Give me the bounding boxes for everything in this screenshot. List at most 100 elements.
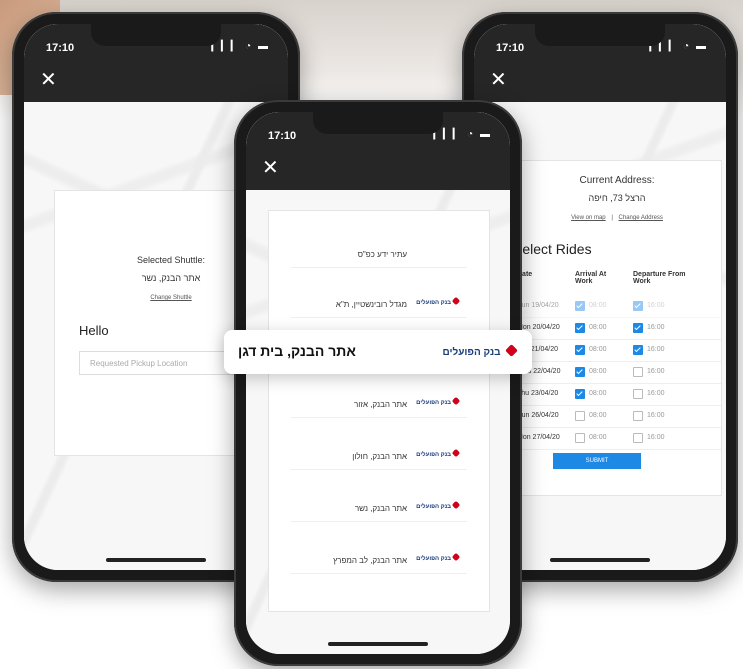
ride-date: Thu 23/04/20: [517, 390, 559, 397]
home-indicator: [106, 558, 206, 562]
clock: 17:10: [46, 42, 75, 54]
shuttle-list-item-label: אתר הבנק, נשר: [354, 504, 407, 513]
current-address: הרצל 73, חיפה: [588, 193, 646, 203]
bank-logo-text: בנק הפועלים: [442, 347, 501, 358]
departure-time: 16:00: [647, 346, 665, 353]
bank-logo-text: בנק הפועלים: [416, 556, 451, 562]
highlighted-shuttle-item[interactable]: אתר הבנק, בית דגן בנק הפועלים: [224, 330, 532, 374]
bank-logo-text: בנק הפועלים: [416, 504, 451, 510]
phone-center-screen: 17:10 ▎▎▎ ◔ ▬ ✕ עתיר ידע כפ"ס מגדל רובינש…: [246, 112, 510, 654]
shuttle-list-item[interactable]: אתר הבנק, לב המפרץ בנק הפועלים: [291, 547, 467, 574]
notch: [535, 24, 665, 46]
home-indicator: [328, 642, 428, 646]
arrival-time: 08:00: [589, 368, 607, 375]
shuttle-list-card: עתיר ידע כפ"ס מגדל רובינשטיין, ת"א בנק הפו…: [268, 210, 490, 612]
departure-checkbox[interactable]: [633, 301, 643, 311]
submit-button[interactable]: SUBMIT: [553, 453, 641, 469]
shuttle-list-item-label: מגדל רובינשטיין, ת"א: [335, 300, 407, 309]
clock: 17:10: [268, 130, 297, 142]
ride-row: Wed 22/04/20 08:00 16:00: [513, 361, 721, 384]
bank-logo-icon: [451, 296, 461, 306]
arrival-checkbox[interactable]: [575, 433, 585, 443]
shuttle-list-item-label: אתר הבנק, אזור: [354, 400, 407, 409]
arrival-checkbox[interactable]: [575, 367, 585, 377]
bank-logo: בנק הפועלים: [442, 342, 518, 360]
departure-checkbox[interactable]: [633, 345, 643, 355]
arrival-checkbox[interactable]: [575, 301, 585, 311]
bank-logo-icon: [451, 552, 461, 562]
notch: [313, 112, 443, 134]
close-icon[interactable]: ✕: [490, 70, 507, 90]
greeting: Hello: [79, 323, 109, 338]
arrival-time: 08:00: [589, 324, 607, 331]
home-indicator: [550, 558, 650, 562]
departure-time: 16:00: [647, 302, 665, 309]
ride-date: Sun 26/04/20: [517, 412, 559, 419]
section-title: Select Rides: [513, 241, 592, 257]
phone-center: 17:10 ▎▎▎ ◔ ▬ ✕ עתיר ידע כפ"ס מגדל רובינש…: [234, 100, 522, 666]
bank-logo: בנק הפועלים: [416, 396, 461, 406]
ride-date: Sun 19/04/20: [517, 302, 559, 309]
arrival-checkbox[interactable]: [575, 389, 585, 399]
bank-logo: בנק הפועלים: [416, 296, 461, 306]
arrival-time: 08:00: [589, 346, 607, 353]
bank-logo-text: בנק הפועלים: [416, 400, 451, 406]
arrival-checkbox[interactable]: [575, 411, 585, 421]
departure-checkbox[interactable]: [633, 367, 643, 377]
clock: 17:10: [496, 42, 525, 54]
departure-checkbox[interactable]: [633, 433, 643, 443]
shuttle-list-item[interactable]: עתיר ידע כפ"ס: [291, 241, 467, 268]
arrival-time: 08:00: [589, 302, 607, 309]
ride-row: Sun 19/04/20 08:00 16:00: [513, 295, 721, 318]
rides-card: Current Address: הרצל 73, חיפה View on m…: [512, 160, 722, 496]
highlighted-shuttle-label: אתר הבנק, בית דגן: [238, 343, 356, 359]
shuttle-list-item[interactable]: אתר הבנק, נשר בנק הפועלים: [291, 495, 467, 522]
bank-logo-icon: [451, 500, 461, 510]
bank-logo: בנק הפועלים: [416, 552, 461, 562]
shuttle-list-item-label: עתיר ידע כפ"ס: [357, 250, 407, 259]
col-arrival-header: Arrival At Work: [575, 271, 607, 285]
arrival-time: 08:00: [589, 434, 607, 441]
link-separator: |: [611, 215, 613, 221]
arrival-checkbox[interactable]: [575, 345, 585, 355]
ride-row: Sun 26/04/20 08:00 16:00: [513, 405, 721, 428]
arrival-time: 08:00: [589, 412, 607, 419]
departure-time: 16:00: [647, 368, 665, 375]
status-icons: ▎▎▎ ◔ ▬: [433, 129, 492, 140]
arrival-checkbox[interactable]: [575, 323, 585, 333]
arrival-time: 08:00: [589, 390, 607, 397]
shuttle-list-item[interactable]: מגדל רובינשטיין, ת"א בנק הפועלים: [291, 291, 467, 318]
bank-logo-text: בנק הפועלים: [416, 300, 451, 306]
bank-logo-icon: [505, 344, 518, 357]
current-address-label: Current Address:: [579, 175, 655, 186]
notch: [91, 24, 221, 46]
view-on-map-link[interactable]: View on map: [571, 215, 606, 221]
departure-time: 16:00: [647, 390, 665, 397]
bank-logo-icon: [451, 448, 461, 458]
address-links: View on map | Change Address: [513, 215, 721, 221]
departure-checkbox[interactable]: [633, 323, 643, 333]
close-icon[interactable]: ✕: [40, 70, 57, 90]
ride-row: Mon 20/04/20 08:00 16:00: [513, 317, 721, 340]
change-address-link[interactable]: Change Address: [619, 215, 663, 221]
col-departure-header: Departure From Work: [633, 271, 686, 285]
ride-row: Mon 27/04/20 08:00 16:00: [513, 427, 721, 450]
ride-row: Thu 23/04/20 08:00 16:00: [513, 383, 721, 406]
ride-row: Tue 21/04/20 08:00 16:00: [513, 339, 721, 362]
ride-date: Mon 27/04/20: [517, 434, 560, 441]
departure-time: 16:00: [647, 434, 665, 441]
bank-logo: בנק הפועלים: [416, 448, 461, 458]
status-icons: ▎▎▎ ◔ ▬: [211, 41, 270, 52]
bank-logo: בנק הפועלים: [416, 500, 461, 510]
bank-logo-icon: [451, 396, 461, 406]
departure-checkbox[interactable]: [633, 389, 643, 399]
departure-time: 16:00: [647, 412, 665, 419]
departure-time: 16:00: [647, 324, 665, 331]
shuttle-list-item[interactable]: אתר הבנק, אזור בנק הפועלים: [291, 391, 467, 418]
close-icon[interactable]: ✕: [262, 158, 279, 178]
departure-checkbox[interactable]: [633, 411, 643, 421]
bank-logo-text: בנק הפועלים: [416, 452, 451, 458]
shuttle-list-item-label: אתר הבנק, לב המפרץ: [333, 556, 407, 565]
shuttle-list-item[interactable]: אתר הבנק, חולון בנק הפועלים: [291, 443, 467, 470]
shuttle-list-item-label: אתר הבנק, חולון: [352, 452, 407, 461]
